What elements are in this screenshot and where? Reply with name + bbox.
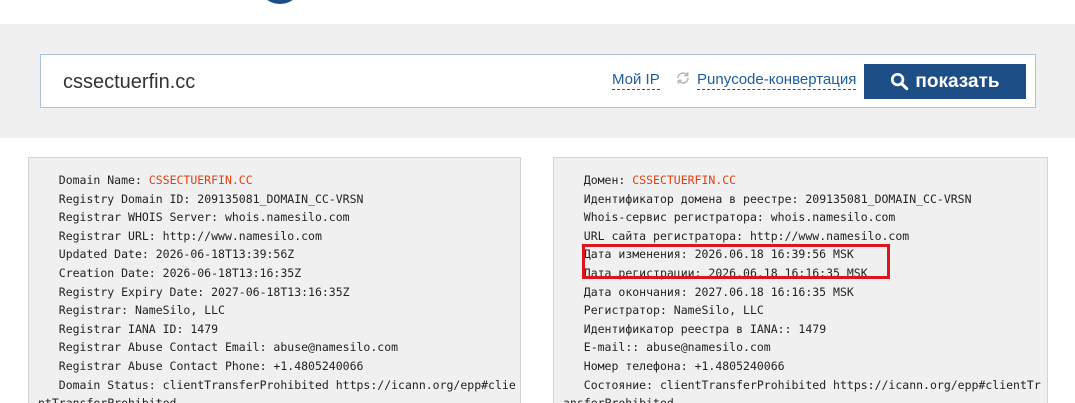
- whois-label: Updated Date:: [38, 247, 156, 262]
- whois-line: Domain Status: clientTransferProhibited …: [38, 376, 520, 403]
- whois-label: Дата окончания:: [563, 284, 695, 299]
- show-button[interactable]: показать: [864, 64, 1026, 99]
- whois-line: Номер телефона: +1.4805240066: [563, 357, 1047, 376]
- whois-line: Registry Expiry Date: 2027-06-18T13:16:3…: [38, 283, 520, 302]
- whois-value: whois.namesilo.com: [224, 210, 350, 225]
- top-strip: [0, 0, 1075, 24]
- whois-value: 209135081_DOMAIN_CC-VRSN: [197, 191, 364, 206]
- domain-name-value: CSSECTUERFIN.CC: [148, 173, 253, 187]
- whois-label: Registrar IANA ID:: [38, 321, 191, 336]
- whois-line: Registrar URL: http://www.namesilo.com: [38, 227, 520, 246]
- whois-label: Registrar:: [38, 303, 135, 318]
- whois-line: Состояние: clientTransferProhibited http…: [563, 376, 1047, 403]
- whois-line: Registrar Abuse Contact Email: abuse@nam…: [38, 338, 520, 357]
- whois-value: NameSilo, LLC: [673, 303, 764, 318]
- whois-value: 2027-06-18T13:16:35Z: [211, 284, 350, 299]
- whois-line: Дата регистрации: 2026.06.18 16:16:35 MS…: [563, 264, 1047, 283]
- whois-translated-lines: Домен: CSSECTUERFIN.CC Идентификатор дом…: [554, 158, 1047, 403]
- whois-label: Domain Name:: [38, 173, 149, 187]
- whois-translated-panel: Домен: CSSECTUERFIN.CC Идентификатор дом…: [553, 157, 1048, 403]
- whois-label: Domain Status:: [38, 377, 163, 392]
- search-band: Мой IP Punycode-конвертация показать: [0, 24, 1075, 138]
- refresh-icon: [677, 72, 689, 84]
- whois-value: 2026-06-18T13:16:35Z: [162, 265, 302, 280]
- whois-value: 209135081_DOMAIN_CC-VRSN: [805, 191, 972, 206]
- whois-line: Creation Date: 2026-06-18T13:16:35Z: [38, 264, 520, 283]
- whois-value: +1.4805240066: [273, 358, 364, 373]
- whois-label: Домен:: [563, 173, 633, 187]
- whois-value: 2026.06.18 16:39:56 MSK: [694, 247, 854, 262]
- whois-line: Registry Domain ID: 209135081_DOMAIN_CC-…: [38, 190, 520, 209]
- whois-line: Домен: CSSECTUERFIN.CC: [563, 171, 1047, 190]
- whois-value: 1479: [798, 321, 827, 336]
- my-ip-link[interactable]: Мой IP: [612, 71, 660, 90]
- whois-label: Номер телефона:: [563, 358, 695, 373]
- whois-line: URL сайта регистратора: http://www.names…: [563, 227, 1047, 246]
- whois-line: Дата окончания: 2027.06.18 16:16:35 MSK: [563, 283, 1047, 302]
- whois-line: Registrar Abuse Contact Phone: +1.480524…: [38, 357, 520, 376]
- whois-value: 2026-06-18T13:39:56Z: [155, 247, 295, 262]
- logo: [258, 0, 302, 4]
- whois-label: Registrar Abuse Contact Email:: [38, 340, 274, 355]
- whois-value: 1479: [190, 321, 219, 336]
- whois-label: Состояние:: [563, 377, 660, 392]
- whois-label: Идентификатор домена в реестре:: [563, 191, 806, 206]
- whois-line: Дата изменения: 2026.06.18 16:39:56 MSK: [563, 245, 1047, 264]
- whois-line: Domain Name: CSSECTUERFIN.CC: [38, 171, 520, 190]
- whois-original-panel: Domain Name: CSSECTUERFIN.CC Registry Do…: [28, 157, 521, 403]
- whois-label: URL сайта регистратора:: [563, 228, 750, 243]
- whois-label: Whois-сервис регистратора:: [563, 210, 771, 225]
- whois-label: Registry Domain ID:: [38, 191, 198, 206]
- whois-value: +1.4805240066: [694, 358, 785, 373]
- whois-label: Registrar URL:: [38, 228, 163, 243]
- whois-value: 2027.06.18 16:16:35 MSK: [694, 284, 854, 299]
- whois-line: Идентификатор реестра в IANA:: 1479: [563, 320, 1047, 339]
- whois-label: Creation Date:: [38, 265, 163, 280]
- whois-line: Идентификатор домена в реестре: 20913508…: [563, 190, 1047, 209]
- whois-label: Registrar WHOIS Server:: [38, 210, 225, 225]
- whois-value: NameSilo, LLC: [134, 303, 225, 318]
- whois-line: Registrar: NameSilo, LLC: [38, 301, 520, 320]
- domain-name-value: CSSECTUERFIN.CC: [632, 173, 737, 187]
- search-icon: [891, 72, 909, 91]
- whois-line: E-mail:: abuse@namesilo.com: [563, 338, 1047, 357]
- whois-original-lines: Domain Name: CSSECTUERFIN.CC Registry Do…: [29, 158, 520, 403]
- whois-line: Whois-сервис регистратора: whois.namesil…: [563, 208, 1047, 227]
- whois-label: Дата изменения:: [563, 247, 695, 262]
- whois-value: abuse@namesilo.com: [273, 340, 399, 355]
- whois-label: Registrar Abuse Contact Phone:: [38, 358, 274, 373]
- domain-input[interactable]: [63, 69, 583, 95]
- punycode-link[interactable]: Punycode-конвертация: [697, 71, 857, 90]
- whois-label: Идентификатор реестра в IANA::: [563, 321, 799, 336]
- whois-value: whois.namesilo.com: [770, 210, 896, 225]
- whois-label: E-mail::: [563, 340, 647, 355]
- whois-line: Регистратор: NameSilo, LLC: [563, 301, 1047, 320]
- search-box: Мой IP Punycode-конвертация показать: [40, 54, 1036, 108]
- show-button-label: показать: [915, 70, 1000, 92]
- whois-line: Registrar WHOIS Server: whois.namesilo.c…: [38, 208, 520, 227]
- whois-label: Registry Expiry Date:: [38, 284, 212, 299]
- whois-value: abuse@namesilo.com: [646, 340, 771, 355]
- whois-line: Registrar IANA ID: 1479: [38, 320, 520, 339]
- whois-label: Регистратор:: [563, 303, 674, 318]
- whois-value: 2026.06.18 16:16:35 MSK: [708, 265, 868, 280]
- whois-label: Дата регистрации:: [563, 265, 709, 280]
- whois-value: http://www.namesilo.com: [749, 228, 910, 243]
- whois-line: Updated Date: 2026-06-18T13:39:56Z: [38, 245, 520, 264]
- whois-value: http://www.namesilo.com: [162, 228, 322, 243]
